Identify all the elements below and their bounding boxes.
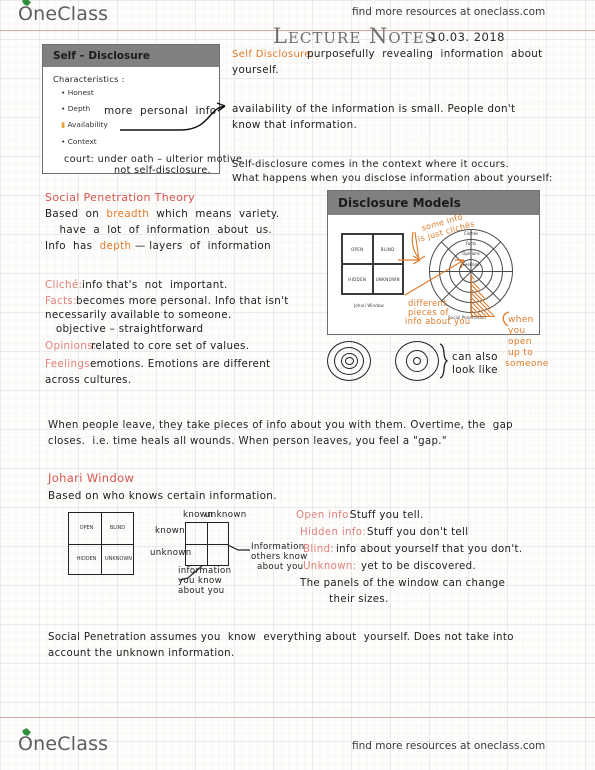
note-availability-1: availability of the information is small… <box>232 103 516 115</box>
slide-title-disclosure-models: Disclosure Models <box>328 191 539 215</box>
oneclass-logo-bottom[interactable]: OneClass <box>18 728 109 755</box>
bullet-depth: • Depth <box>61 104 91 113</box>
annotation-info-about-you: info about you <box>405 316 471 326</box>
johari-grid-drawn-left: OPEN BLIND HIDDEN UNKNOWN <box>68 512 134 575</box>
def-label-unknown: Unknown: <box>303 561 357 572</box>
johari-closing-1: The panels of the window can change <box>300 578 506 589</box>
bullet-availability: ▮ Availability <box>61 120 108 129</box>
def-label-blind: Blind: <box>303 544 335 555</box>
paragraph-gap-line1: When people leave, they take pieces of i… <box>48 420 514 431</box>
johari-label-known-left: known <box>155 526 185 536</box>
footer-divider-line <box>0 717 595 718</box>
johari-note-others-3: about you <box>257 562 304 572</box>
johari-grid-drawn-right <box>185 522 229 566</box>
label-cliche: Cliché: <box>45 279 83 291</box>
slide-title-self-disclosure: Self – Disclosure <box>43 45 219 67</box>
def-text-hidden: Stuff you don't tell <box>367 527 469 538</box>
note-self-disclosure-label: Self Disclosure: <box>232 49 315 60</box>
oneclass-logo-top[interactable]: OneClass <box>18 0 109 25</box>
johari-cell-open: OPEN <box>342 234 373 264</box>
heading-social-penetration: Social Penetration Theory <box>45 191 195 204</box>
johari-closing-2: their sizes. <box>322 594 389 605</box>
brand-name-top: neClass <box>33 3 109 25</box>
johari-cell-blind: BLIND <box>372 234 403 264</box>
note-availability-2: know that information. <box>232 119 358 131</box>
johari-cell-unknown: UNKNOWN <box>372 264 403 294</box>
annotation-someone: someone <box>505 359 549 369</box>
lecture-date: 10.03. 2018 <box>430 30 505 44</box>
drawn-cell-blind: BLIND <box>109 525 126 531</box>
label-opinions: Opinions: <box>45 340 97 352</box>
drawn-cell-open: OPEN <box>79 525 94 531</box>
text-cliche: info that's not important. <box>82 279 228 291</box>
page-title: Lecture Notes <box>273 24 436 48</box>
johari-note-you-3: about you <box>178 586 225 596</box>
note-look-like: look like <box>452 364 498 376</box>
find-more-resources-top: find more resources at oneclass.com <box>352 6 546 18</box>
subheading-johari: Based on who knows certain information. <box>48 490 277 502</box>
paragraph-final-1: Social Penetration assumes you know ever… <box>48 632 514 643</box>
def-text-open: Stuff you tell. <box>350 510 424 521</box>
johari-label-unknown-left: unknown <box>150 548 192 558</box>
paragraph-final-2: account the unknown information. <box>48 648 235 659</box>
text-feelings: emotions. Emotions are different <box>90 358 271 370</box>
sp-line-2: have a lot of information about us. <box>45 224 273 236</box>
bullet-honest: • Honest <box>61 88 94 97</box>
def-text-blind: info about yourself that you don't. <box>336 544 523 555</box>
note-context-2: What happens when you disclose informati… <box>232 173 553 184</box>
label-feelings: Feelings: <box>45 358 94 370</box>
slide-title-text: Self – Disclosure <box>53 50 151 62</box>
johari-window-caption: Johari Window <box>354 303 384 308</box>
find-more-resources-bottom: find more resources at oneclass.com <box>352 740 546 752</box>
wheel-label-facts: Facts <box>465 241 477 246</box>
johari-label-unknown-top: unknown <box>205 510 247 520</box>
paragraph-gap-line2: closes. i.e. time heals all wounds. When… <box>48 436 447 447</box>
sp-line-3: Info has depth — layers of information <box>45 240 271 252</box>
sp-line-1: Based on breadth which means variety. <box>45 208 280 220</box>
bullet-characteristics: Characteristics : <box>53 74 125 84</box>
annotation-depth-note: more personal info <box>104 105 217 117</box>
johari-cell-hidden: HIDDEN <box>342 264 373 294</box>
slide-title-text-2: Disclosure Models <box>338 196 461 210</box>
drawn-cell-hidden: HIDDEN <box>76 556 97 562</box>
wheel-label-feelings: Feelings <box>462 262 480 267</box>
heading-johari-window: Johari Window <box>48 471 135 485</box>
def-label-hidden: Hidden info: <box>300 527 367 538</box>
def-label-open: Open info: <box>296 510 353 521</box>
note-self-disclosure-def2: yourself. <box>232 64 280 76</box>
text-objective: objective – straightforward <box>45 323 204 335</box>
drawn-cell-unknown: UNKNOWN <box>105 556 133 562</box>
text-opinions: related to core set of values. <box>91 340 250 352</box>
bullet-context: • Context <box>61 137 97 146</box>
note-self-disclosure-def: purposefully revealing information about <box>307 48 543 60</box>
johari-window-table: OPEN BLIND HIDDEN UNKNOWN <box>341 233 404 295</box>
wheel-label-opinions: Opinions <box>462 251 480 256</box>
brand-name-bottom: neClass <box>33 733 109 755</box>
def-text-unknown: yet to be discovered. <box>361 561 476 572</box>
text-feelings-2: across cultures. <box>45 374 132 386</box>
annotation-not-self-disclosure: not self-disclosure. <box>114 165 211 176</box>
